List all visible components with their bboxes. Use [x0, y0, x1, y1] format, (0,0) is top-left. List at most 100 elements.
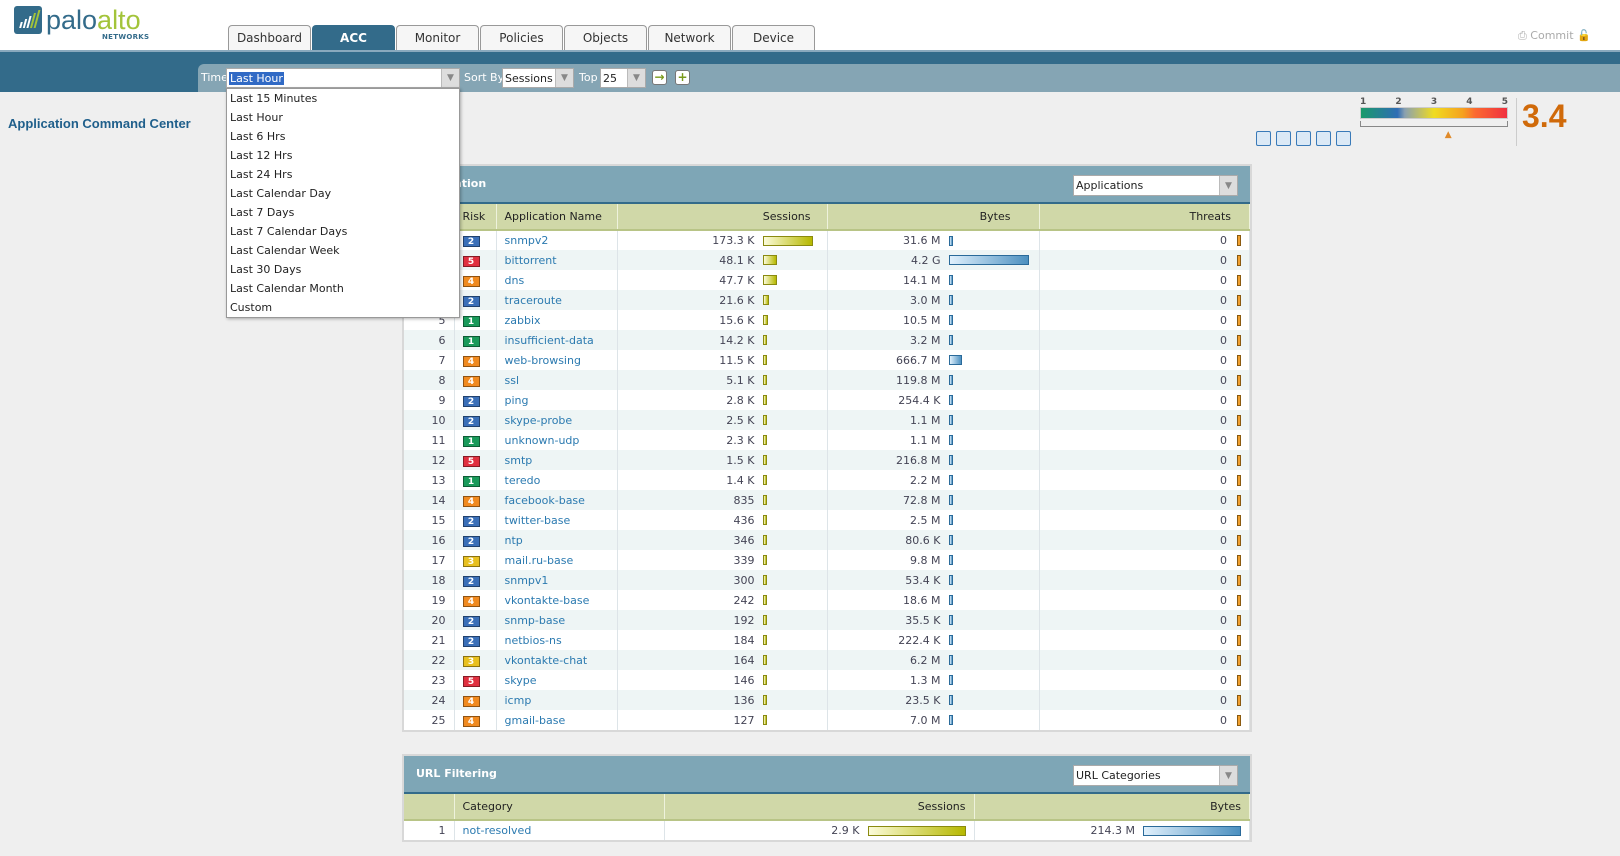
table-row[interactable]: 24 4 icmp 136 23.5 K 0	[404, 690, 1250, 710]
table-row[interactable]: 19 4 vkontakte-base 242 18.6 M 0	[404, 590, 1250, 610]
app-link[interactable]: skype	[505, 674, 537, 687]
time-option[interactable]: Last 15 Minutes	[227, 89, 459, 108]
table-row[interactable]: 22 3 vkontakte-chat 164 6.2 M 0	[404, 650, 1250, 670]
app-link[interactable]: vkontakte-base	[505, 594, 590, 607]
col-application-name[interactable]: Application Name	[496, 204, 618, 231]
table-row[interactable]: 11 1 unknown-udp 2.3 K 1.1 M0	[404, 430, 1250, 450]
table-row[interactable]: 5 1 zabbix 15.6 K 10.5 M0	[404, 310, 1250, 330]
chevron-down-icon[interactable]: ▼	[1219, 176, 1237, 195]
table-row[interactable]: 25 4 gmail-base 127 7.0 M 0	[404, 710, 1250, 730]
app-link[interactable]: ssl	[505, 374, 520, 387]
tab-monitor[interactable]: Monitor	[396, 25, 479, 50]
lock-icon[interactable]: 🔓	[1577, 29, 1591, 42]
app-link[interactable]: netbios-ns	[505, 634, 562, 647]
time-option[interactable]: Last Calendar Day	[227, 184, 459, 203]
app-link[interactable]: insufficient-data	[505, 334, 594, 347]
col-category[interactable]: Category	[454, 794, 665, 821]
col-sessions[interactable]: Sessions	[664, 794, 975, 821]
app-link[interactable]: dns	[505, 274, 525, 287]
url-categories-selector[interactable]: URL Categories ▼	[1073, 765, 1238, 786]
computer-icon[interactable]	[1336, 131, 1351, 146]
time-option[interactable]: Last 7 Days	[227, 203, 459, 222]
document-icon[interactable]	[1316, 131, 1331, 146]
plus-icon[interactable]: +	[675, 70, 690, 85]
table-row[interactable]: 6 1 insufficient-data 14.2 K 3.2 M 0	[404, 330, 1250, 350]
table-row[interactable]: 20 2 snmp-base 192 35.5 K 0	[404, 610, 1250, 630]
table-row[interactable]: 12snmpv2173.3 K31.6 M0	[404, 230, 1250, 250]
time-option[interactable]: Last 24 Hrs	[227, 165, 459, 184]
table-row[interactable]: 7 4 web-browsing 11.5 K 666.7 M 0	[404, 350, 1250, 370]
export-icon[interactable]	[1276, 131, 1291, 146]
app-link[interactable]: snmp-base	[505, 614, 566, 627]
table-row[interactable]: 10 2 skype-probe 2.5 K 1.1 M 0	[404, 410, 1250, 430]
tab-network[interactable]: Network	[648, 25, 731, 50]
col-threats[interactable]: Threats	[1039, 204, 1250, 231]
chevron-down-icon[interactable]: ▼	[555, 69, 573, 87]
arrow-right-icon[interactable]: →	[652, 70, 667, 85]
app-link[interactable]: skype-probe	[505, 414, 573, 427]
app-link[interactable]: ntp	[505, 534, 523, 547]
table-row[interactable]: 8 4 ssl 5.1 K 119.8 M 0	[404, 370, 1250, 390]
top-select[interactable]: 25 ▼	[600, 68, 646, 88]
time-option[interactable]: Last Hour	[227, 108, 459, 127]
col-bytes[interactable]: Bytes	[827, 204, 1040, 231]
globe-icon[interactable]	[1296, 131, 1311, 146]
table-row[interactable]: 16 2 ntp 346 80.6 K 0	[404, 530, 1250, 550]
app-link[interactable]: icmp	[505, 694, 532, 707]
table-row[interactable]: 13 1 teredo 1.4 K 2.2 M 0	[404, 470, 1250, 490]
app-link[interactable]: snmpv2	[505, 234, 549, 247]
time-option[interactable]: Last Calendar Month	[227, 279, 459, 298]
time-option[interactable]: Custom	[227, 298, 459, 317]
app-link[interactable]: vkontakte-chat	[505, 654, 588, 667]
app-link[interactable]: mail.ru-base	[505, 554, 574, 567]
tab-policies[interactable]: Policies	[480, 25, 563, 50]
app-link[interactable]: unknown-udp	[505, 434, 580, 447]
tab-dashboard[interactable]: Dashboard	[228, 25, 311, 50]
app-link[interactable]: smtp	[505, 454, 533, 467]
table-row[interactable]: 14 4 facebook-base 835 72.8 M 0	[404, 490, 1250, 510]
category-link[interactable]: not-resolved	[463, 824, 532, 837]
chevron-down-icon[interactable]: ▼	[627, 69, 645, 87]
app-link[interactable]: teredo	[505, 474, 541, 487]
col-bytes[interactable]: Bytes	[974, 794, 1250, 821]
sort-by-select[interactable]: Sessions ▼	[502, 68, 574, 88]
table-row[interactable]: 12 5 smtp 1.5 K 216.8 M 0	[404, 450, 1250, 470]
table-row[interactable]: 9 2 ping 2.8 K 254.4 K 0	[404, 390, 1250, 410]
time-option[interactable]: Last 6 Hrs	[227, 127, 459, 146]
col-risk[interactable]: Risk	[454, 204, 497, 231]
app-link[interactable]: ping	[505, 394, 529, 407]
tab-objects[interactable]: Objects	[564, 25, 647, 50]
time-select[interactable]: Last Hour ▼	[226, 68, 460, 88]
app-link[interactable]: traceroute	[505, 294, 562, 307]
table-row[interactable]: 42traceroute21.6 K3.0 M0	[404, 290, 1250, 310]
time-option[interactable]: Last 12 Hrs	[227, 146, 459, 165]
app-link[interactable]: bittorrent	[505, 254, 557, 267]
table-row[interactable]: 18 2 snmpv1 300 53.4 K 0	[404, 570, 1250, 590]
col-sessions[interactable]: Sessions	[617, 204, 828, 231]
time-option[interactable]: Last 30 Days	[227, 260, 459, 279]
table-row[interactable]: 21 2 netbios-ns 184 222.4 K 0	[404, 630, 1250, 650]
table-row[interactable]: 23 5 skype 146 1.3 M 0	[404, 670, 1250, 690]
tab-acc[interactable]: ACC	[312, 25, 395, 50]
app-link[interactable]: snmpv1	[505, 574, 549, 587]
table-row[interactable]: 15 2 twitter-base 436 2.5 M 0	[404, 510, 1250, 530]
threats-wrap: 0	[1048, 354, 1241, 367]
app-link[interactable]: twitter-base	[505, 514, 571, 527]
time-option[interactable]: Last Calendar Week	[227, 241, 459, 260]
rank-cell: 23	[404, 670, 455, 690]
app-link[interactable]: zabbix	[505, 314, 541, 327]
time-option[interactable]: Last 7 Calendar Days	[227, 222, 459, 241]
commit-button[interactable]: ⎙ Commit 🔓	[1518, 29, 1591, 43]
chevron-down-icon[interactable]: ▼	[1219, 766, 1237, 785]
table-row[interactable]: 25bittorrent48.1 K4.2 G0	[404, 250, 1250, 270]
table-row[interactable]: 17 3 mail.ru-base 339 9.8 M 0	[404, 550, 1250, 570]
chevron-down-icon[interactable]: ▼	[441, 69, 459, 87]
application-selector[interactable]: Applications ▼	[1073, 175, 1238, 196]
app-link[interactable]: facebook-base	[505, 494, 585, 507]
table-row[interactable]: 34dns47.7 K14.1 M0	[404, 270, 1250, 290]
add-report-icon[interactable]	[1256, 131, 1271, 146]
table-row[interactable]: 1 not-resolved 2.9 K 214.3 M	[404, 820, 1250, 840]
app-link[interactable]: gmail-base	[505, 714, 566, 727]
app-link[interactable]: web-browsing	[505, 354, 581, 367]
tab-device[interactable]: Device	[732, 25, 815, 50]
